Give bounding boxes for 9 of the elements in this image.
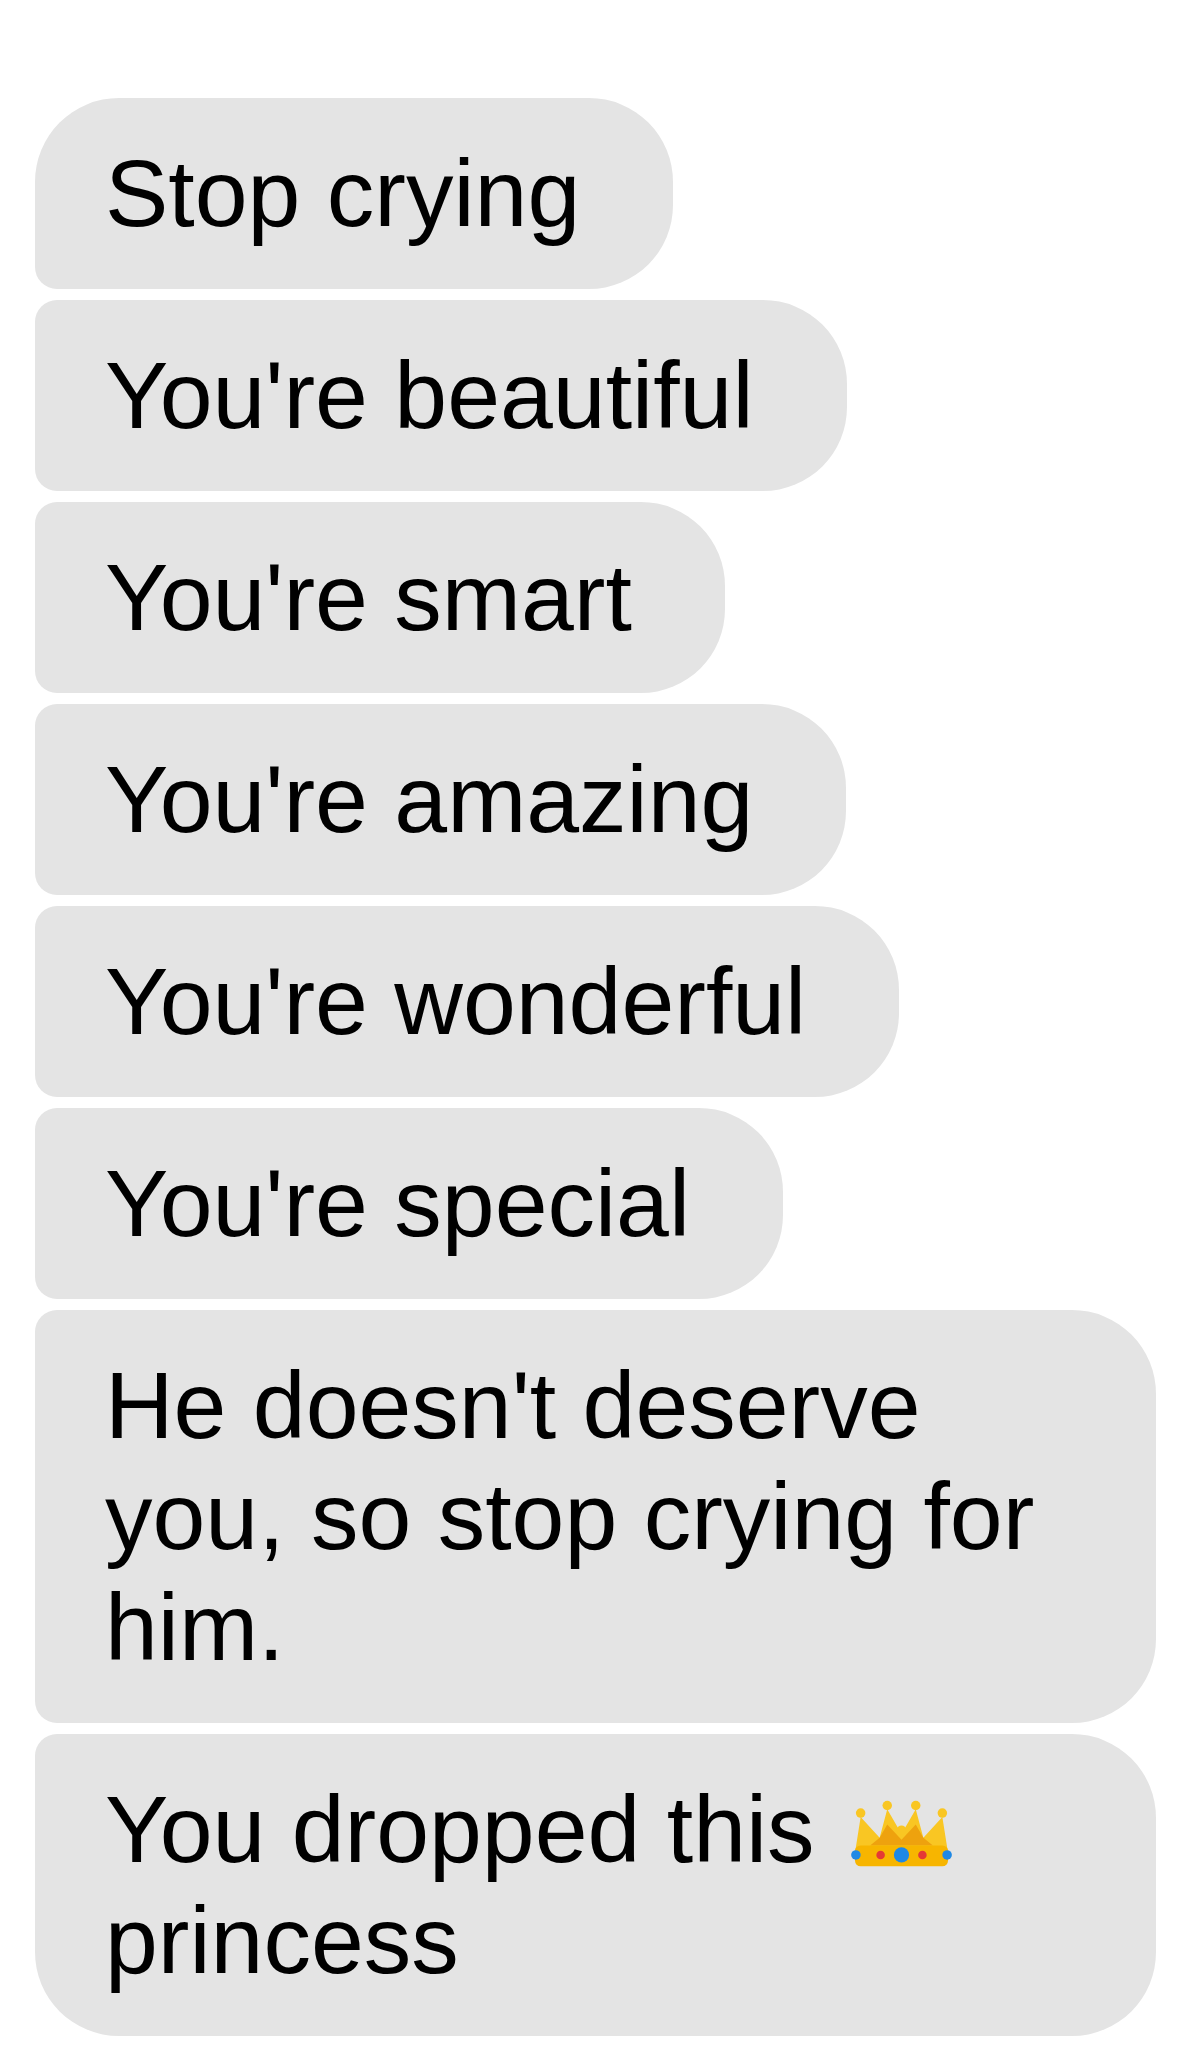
message-text: You're wonderful	[105, 947, 807, 1056]
message-text: princess	[105, 1887, 459, 1993]
message-text: You're smart	[105, 543, 632, 652]
message-text: You dropped this	[105, 1776, 815, 1882]
message-text: You're amazing	[105, 745, 754, 854]
message-text: You're beautiful	[105, 341, 754, 450]
message-text: You're special	[105, 1149, 691, 1258]
message-text: He doesn't deserve you, so stop crying for him.	[105, 1351, 1036, 1682]
message-text: Stop crying	[105, 139, 581, 248]
